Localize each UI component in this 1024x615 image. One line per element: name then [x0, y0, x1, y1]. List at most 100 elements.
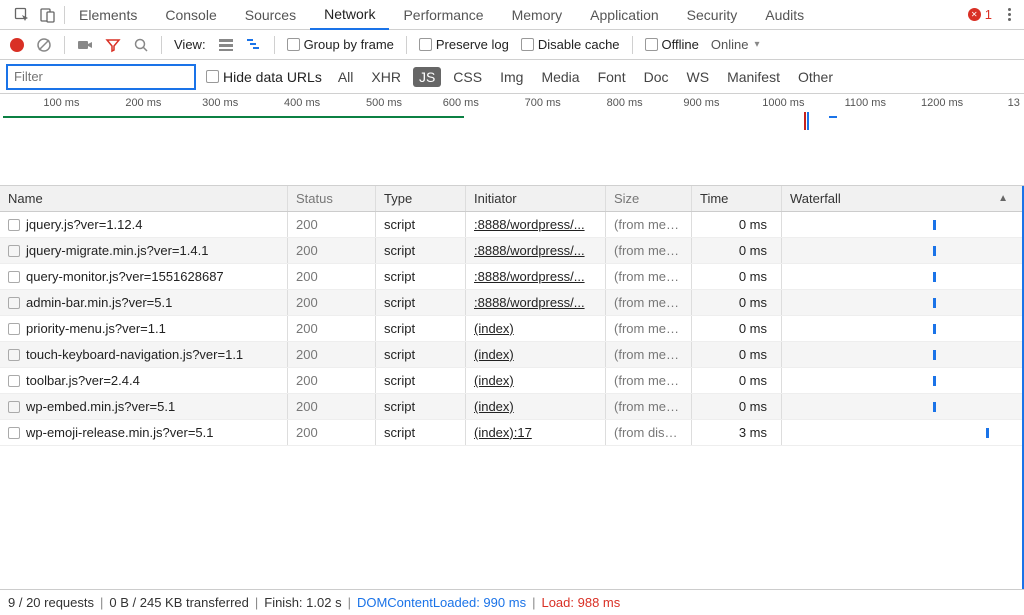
device-toggle-icon[interactable] [40, 7, 56, 23]
file-icon [8, 271, 20, 283]
file-icon [8, 375, 20, 387]
filter-type-all[interactable]: All [332, 67, 360, 87]
filter-type-other[interactable]: Other [792, 67, 839, 87]
timeline-tick: 400 ms [284, 97, 320, 109]
request-size: (from me… [606, 212, 692, 237]
more-menu-icon[interactable] [1000, 8, 1018, 21]
search-icon[interactable] [133, 37, 149, 53]
timeline-tick: 1000 ms [762, 97, 804, 109]
request-initiator[interactable]: (index) [474, 373, 514, 388]
filter-type-img[interactable]: Img [494, 67, 529, 87]
request-type: script [376, 238, 466, 263]
table-row[interactable]: priority-menu.js?ver=1.1200script(index)… [0, 316, 1022, 342]
request-initiator[interactable]: :8888/wordpress/... [474, 269, 585, 284]
filter-type-doc[interactable]: Doc [638, 67, 675, 87]
tab-security[interactable]: Security [673, 0, 752, 30]
table-row[interactable]: touch-keyboard-navigation.js?ver=1.1200s… [0, 342, 1022, 368]
camera-icon[interactable] [77, 37, 93, 53]
filter-type-xhr[interactable]: XHR [365, 67, 407, 87]
divider [274, 36, 275, 54]
table-row[interactable]: wp-embed.min.js?ver=5.1200script(index)(… [0, 394, 1022, 420]
tab-sources[interactable]: Sources [231, 0, 310, 30]
table-row[interactable]: toolbar.js?ver=2.4.4200script(index)(fro… [0, 368, 1022, 394]
col-initiator[interactable]: Initiator [466, 186, 606, 211]
file-icon [8, 245, 20, 257]
table-row[interactable]: query-monitor.js?ver=1551628687200script… [0, 264, 1022, 290]
col-size[interactable]: Size [606, 186, 692, 211]
col-time[interactable]: Time [692, 186, 782, 211]
request-initiator[interactable]: (index):17 [474, 425, 532, 440]
col-waterfall[interactable]: Waterfall▲ [782, 186, 1022, 211]
request-initiator[interactable]: (index) [474, 321, 514, 336]
request-initiator[interactable]: :8888/wordpress/... [474, 243, 585, 258]
error-icon [968, 8, 981, 21]
filter-toggle-icon[interactable] [105, 37, 121, 53]
tab-performance[interactable]: Performance [389, 0, 497, 30]
request-name: jquery.js?ver=1.12.4 [26, 217, 142, 232]
filter-type-css[interactable]: CSS [447, 67, 488, 87]
table-row[interactable]: admin-bar.min.js?ver=5.1200script:8888/w… [0, 290, 1022, 316]
filter-type-manifest[interactable]: Manifest [721, 67, 786, 87]
request-status: 200 [288, 368, 376, 393]
sort-indicator-icon: ▲ [998, 193, 1008, 204]
throttling-select[interactable]: Online [711, 37, 760, 52]
timeline-overview[interactable]: 100 ms200 ms300 ms400 ms500 ms600 ms700 … [0, 94, 1024, 186]
tab-application[interactable]: Application [576, 0, 673, 30]
col-type[interactable]: Type [376, 186, 466, 211]
tab-network[interactable]: Network [310, 0, 389, 30]
preserve-log-checkbox[interactable]: Preserve log [419, 37, 509, 52]
table-row[interactable]: wp-emoji-release.min.js?ver=5.1200script… [0, 420, 1022, 446]
panel-tabs: ElementsConsoleSourcesNetworkPerformance… [0, 0, 1024, 30]
record-button[interactable] [10, 38, 24, 52]
timeline-tick: 1100 ms [845, 97, 886, 109]
hide-data-urls-checkbox[interactable]: Hide data URLs [206, 69, 322, 85]
filter-input[interactable] [6, 64, 196, 90]
request-initiator[interactable]: :8888/wordpress/... [474, 217, 585, 232]
request-waterfall [782, 368, 1022, 393]
inspect-icon[interactable] [14, 7, 30, 23]
divider [406, 36, 407, 54]
disable-cache-checkbox[interactable]: Disable cache [521, 37, 620, 52]
offline-checkbox[interactable]: Offline [645, 37, 699, 52]
large-rows-icon[interactable] [218, 37, 234, 53]
timeline-tick: 600 ms [443, 97, 479, 109]
divider [64, 36, 65, 54]
request-initiator[interactable]: :8888/wordpress/... [474, 295, 585, 310]
filter-type-ws[interactable]: WS [681, 67, 716, 87]
request-name: wp-embed.min.js?ver=5.1 [26, 399, 175, 414]
filter-type-media[interactable]: Media [535, 67, 585, 87]
request-size: (from me… [606, 368, 692, 393]
file-icon [8, 401, 20, 413]
table-row[interactable]: jquery-migrate.min.js?ver=1.4.1200script… [0, 238, 1022, 264]
filter-type-font[interactable]: Font [592, 67, 632, 87]
request-time: 0 ms [692, 290, 782, 315]
request-type: script [376, 264, 466, 289]
request-time: 0 ms [692, 264, 782, 289]
request-name: toolbar.js?ver=2.4.4 [26, 373, 140, 388]
error-count[interactable]: 1 [960, 7, 1000, 22]
col-name[interactable]: Name [0, 186, 288, 211]
clear-icon[interactable] [36, 37, 52, 53]
tab-memory[interactable]: Memory [498, 0, 577, 30]
divider [632, 36, 633, 54]
filter-type-js[interactable]: JS [413, 67, 441, 87]
request-status: 200 [288, 264, 376, 289]
request-time: 0 ms [692, 342, 782, 367]
col-status[interactable]: Status [288, 186, 376, 211]
file-icon [8, 219, 20, 231]
request-name: touch-keyboard-navigation.js?ver=1.1 [26, 347, 243, 362]
group-by-frame-checkbox[interactable]: Group by frame [287, 37, 394, 52]
request-initiator[interactable]: (index) [474, 399, 514, 414]
table-row[interactable]: jquery.js?ver=1.12.4200script:8888/wordp… [0, 212, 1022, 238]
file-icon [8, 349, 20, 361]
tab-elements[interactable]: Elements [65, 0, 151, 30]
tab-console[interactable]: Console [151, 0, 230, 30]
request-table: Name Status Type Initiator Size Time Wat… [0, 186, 1024, 589]
tab-audits[interactable]: Audits [751, 0, 818, 30]
waterfall-view-icon[interactable] [246, 37, 262, 53]
request-waterfall [782, 394, 1022, 419]
request-time: 0 ms [692, 394, 782, 419]
request-initiator[interactable]: (index) [474, 347, 514, 362]
request-waterfall [782, 420, 1022, 445]
view-label: View: [174, 37, 206, 52]
